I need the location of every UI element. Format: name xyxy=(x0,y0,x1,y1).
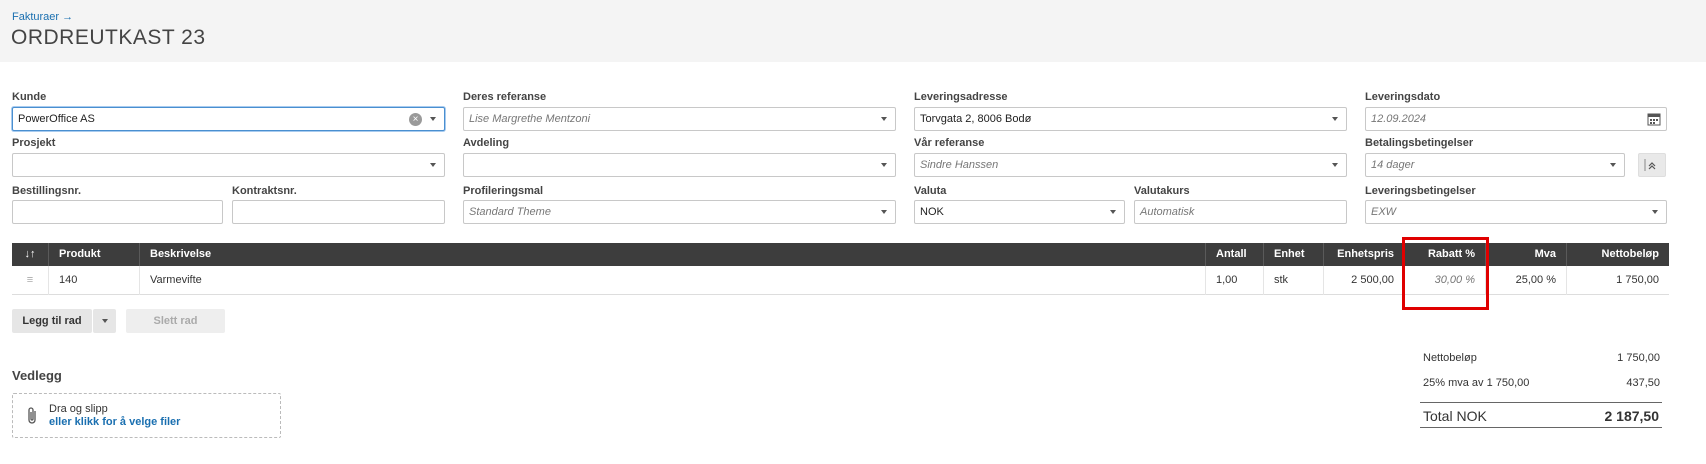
add-row-dropdown-button[interactable] xyxy=(93,309,116,333)
prosjekt-field[interactable] xyxy=(12,153,445,177)
valuta-value: NOK xyxy=(920,206,944,218)
cell-enhetspris[interactable]: 2 500,00 xyxy=(1324,266,1405,295)
col-mva[interactable]: Mva xyxy=(1486,243,1567,266)
leveringsdato-placeholder: 12.09.2024 xyxy=(1371,113,1427,125)
cell-enhet[interactable]: stk xyxy=(1264,266,1324,295)
summary-total-value: 2 187,50 xyxy=(1604,408,1660,424)
betalingsbetingelser-label: Betalingsbetingelser xyxy=(1365,137,1474,149)
drag-handle-icon[interactable]: ≡ xyxy=(12,266,49,295)
chevron-down-icon[interactable] xyxy=(1332,117,1338,121)
cell-beskrivelse[interactable]: Varmevifte xyxy=(140,266,1206,295)
col-enhetspris[interactable]: Enhetspris xyxy=(1324,243,1405,266)
deres-referanse-label: Deres referanse xyxy=(463,91,547,103)
summary-total: Total NOK 2 187,50 xyxy=(1420,402,1662,428)
col-antall[interactable]: Antall xyxy=(1206,243,1264,266)
cell-nettobelop: 1 750,00 xyxy=(1616,274,1659,286)
select-files-link[interactable]: eller klikk for å velge filer xyxy=(49,416,180,428)
betalingsbetingelser-field[interactable]: 14 dager xyxy=(1365,153,1625,177)
highlight-box xyxy=(1402,237,1489,310)
kunde-field[interactable]: PowerOffice AS × xyxy=(12,107,445,131)
profileringsmal-label: Profileringsmal xyxy=(463,185,544,197)
var-referanse-label: Vår referanse xyxy=(914,137,985,149)
page-header: Fakturaer → ORDREUTKAST 23 xyxy=(0,0,1706,62)
chevron-down-icon[interactable] xyxy=(1332,163,1338,167)
profileringsmal-field[interactable]: Standard Theme xyxy=(463,200,896,224)
valutakurs-label: Valutakurs xyxy=(1134,185,1190,197)
cell-antall[interactable]: 1,00 xyxy=(1206,266,1264,295)
deres-referanse-field[interactable]: Lise Margrethe Mentzoni xyxy=(463,107,896,131)
deres-referanse-placeholder: Lise Margrethe Mentzoni xyxy=(469,113,591,125)
summary-netto-value: 1 750,00 xyxy=(1617,352,1660,364)
leveringsbetingelser-placeholder: EXW xyxy=(1371,206,1397,218)
page-title: ORDREUTKAST 23 xyxy=(11,26,206,49)
valutakurs-field[interactable]: Automatisk xyxy=(1134,200,1347,224)
valuta-label: Valuta xyxy=(914,185,947,197)
breadcrumb-fakturaer[interactable]: Fakturaer → xyxy=(12,11,73,23)
drop-text: Dra og slipp xyxy=(49,403,108,415)
leveringsadresse-field[interactable]: Torvgata 2, 8006 Bodø xyxy=(914,107,1347,131)
var-referanse-field[interactable]: Sindre Hanssen xyxy=(914,153,1347,177)
col-enhet[interactable]: Enhet xyxy=(1264,243,1324,266)
leveringsadresse-value: Torvgata 2, 8006 Bodø xyxy=(920,113,1032,125)
valutakurs-placeholder: Automatisk xyxy=(1140,206,1195,218)
chevron-down-icon[interactable] xyxy=(1610,163,1616,167)
kunde-value: PowerOffice AS xyxy=(18,113,95,125)
valuta-field[interactable]: NOK xyxy=(914,200,1125,224)
chevron-down-icon[interactable] xyxy=(1652,210,1658,214)
leveringsadresse-label: Leveringsadresse xyxy=(914,91,1008,103)
summary-total-label: Total NOK xyxy=(1423,408,1487,424)
col-produkt[interactable]: Produkt xyxy=(49,243,140,266)
summary-mva-value: 437,50 xyxy=(1626,377,1660,389)
chevron-down-icon[interactable] xyxy=(430,117,436,121)
chevron-down-icon[interactable] xyxy=(881,117,887,121)
calendar-icon[interactable] xyxy=(1647,112,1661,126)
chevron-down-icon[interactable] xyxy=(881,163,887,167)
file-drop-zone[interactable]: Dra og slipp eller klikk for å velge fil… xyxy=(12,393,281,438)
attachments-title: Vedlegg xyxy=(12,368,62,383)
paperclip-icon xyxy=(28,407,36,424)
chevron-down-icon[interactable] xyxy=(1110,210,1116,214)
bestillingsnr-field[interactable] xyxy=(12,200,223,224)
bestillingsnr-label: Bestillingsnr. xyxy=(12,185,82,197)
leveringsdato-field[interactable]: 12.09.2024 xyxy=(1365,107,1667,131)
kontraktsnr-label: Kontraktsnr. xyxy=(232,185,297,197)
col-nettobelop[interactable]: Nettobeløp xyxy=(1567,243,1669,266)
cell-produkt[interactable]: 140 xyxy=(49,266,140,295)
var-referanse-placeholder: Sindre Hanssen xyxy=(920,159,999,171)
col-beskrivelse[interactable]: Beskrivelse xyxy=(140,243,1206,266)
kunde-label: Kunde xyxy=(12,91,47,103)
betalingsbetingelser-placeholder: 14 dager xyxy=(1371,159,1415,171)
chevron-down-icon xyxy=(102,319,108,323)
leveringsbetingelser-label: Leveringsbetingelser xyxy=(1365,185,1476,197)
summary-netto-label: Nettobeløp xyxy=(1423,352,1477,364)
chevron-down-icon[interactable] xyxy=(881,210,887,214)
avdeling-label: Avdeling xyxy=(463,137,510,149)
delete-row-button[interactable]: Slett rad xyxy=(126,309,225,333)
cell-mva[interactable]: 25,00 % xyxy=(1486,266,1567,295)
sort-icon[interactable]: ↓↑ xyxy=(12,243,49,266)
profileringsmal-placeholder: Standard Theme xyxy=(469,206,551,218)
kontraktsnr-field[interactable] xyxy=(232,200,445,224)
expand-button[interactable] xyxy=(1638,153,1666,177)
chevron-up-icon xyxy=(1644,159,1656,171)
prosjekt-label: Prosjekt xyxy=(12,137,56,149)
avdeling-field[interactable] xyxy=(463,153,896,177)
leveringsbetingelser-field[interactable]: EXW xyxy=(1365,200,1667,224)
leveringsdato-label: Leveringsdato xyxy=(1365,91,1441,103)
add-row-button[interactable]: Legg til rad xyxy=(12,309,92,333)
summary-netto: Nettobeløp 1 750,00 xyxy=(1423,352,1660,374)
summary-mva: 25% mva av 1 750,00 437,50 xyxy=(1423,377,1660,399)
chevron-down-icon[interactable] xyxy=(430,163,436,167)
summary-mva-label: 25% mva av 1 750,00 xyxy=(1423,377,1530,389)
clear-icon[interactable]: × xyxy=(409,113,422,126)
